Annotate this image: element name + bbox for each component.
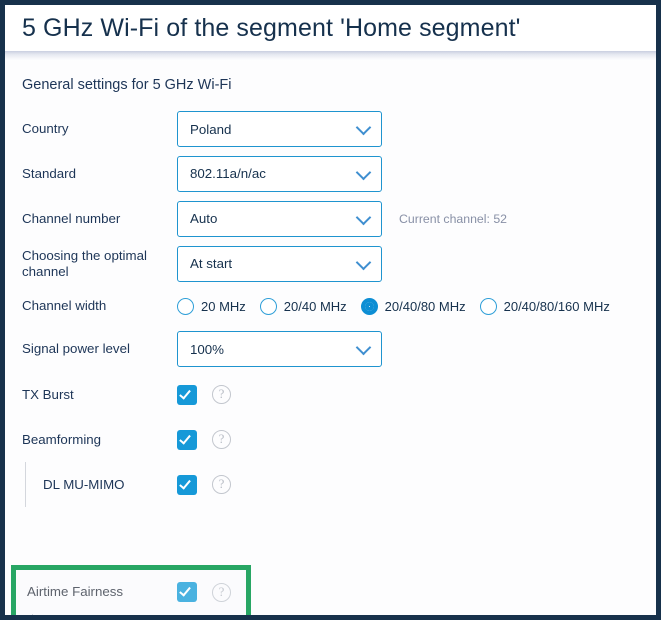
optimal-channel-select-value: At start — [190, 256, 233, 271]
section-title: General settings for 5 GHz Wi-Fi — [22, 77, 232, 93]
help-icon[interactable]: ? — [212, 385, 231, 404]
optimal-channel-select[interactable]: At start — [177, 245, 382, 282]
label-dl-mu-mimo: DL MU-MIMO — [43, 476, 125, 492]
label-optimal-channel: Choosing the optimal channel — [22, 247, 147, 279]
row-beamforming: Beamforming ? — [5, 417, 656, 462]
control-standard: 802.11a/n/ac — [177, 155, 656, 192]
page-title: 5 GHz Wi-Fi of the segment 'Home segment… — [22, 13, 521, 42]
radio-icon-selected — [360, 297, 378, 315]
row-optimal-channel: Choosing the optimal channel At start — [5, 241, 656, 286]
label-channel-number: Channel number — [22, 210, 121, 226]
chevron-down-icon — [355, 119, 372, 136]
label-standard: Standard — [22, 165, 76, 181]
page-header: 5 GHz Wi-Fi of the segment 'Home segment… — [5, 5, 656, 51]
row-channel-width: Channel width 20 MHz 20/40 MHz 20/40/80 … — [5, 286, 656, 326]
control-signal-power: 100% — [177, 331, 656, 367]
header-divider — [5, 51, 656, 61]
radio-icon — [259, 297, 277, 315]
radio-option-20mhz[interactable]: 20 MHz — [177, 297, 246, 315]
control-airtime-fairness: ? — [177, 582, 246, 602]
standard-select[interactable]: 802.11a/n/ac — [177, 155, 382, 192]
radio-option-20-40mhz[interactable]: 20/40 MHz — [259, 297, 347, 315]
control-beamforming: ? — [177, 429, 656, 450]
chevron-down-icon — [355, 164, 372, 180]
control-tx-burst: ? — [177, 384, 656, 405]
row-country: Country Poland — [5, 107, 656, 151]
radio-label: 20/40/80/160 MHz — [503, 298, 610, 314]
current-channel-hint: Current channel: 52 — [399, 211, 508, 226]
country-select[interactable]: Poland — [177, 111, 382, 147]
signal-power-select[interactable]: 100% — [177, 331, 382, 367]
row-standard: Standard 802.11a/n/ac — [5, 151, 656, 196]
chevron-down-icon — [355, 339, 372, 356]
label-beamforming: Beamforming — [22, 431, 102, 447]
radio-label: 20 MHz — [201, 298, 246, 314]
row-airtime-fairness: Airtime Fairness ? — [16, 570, 246, 614]
settings-form: Country Poland Standard 802.11a/n/ac Cha… — [5, 93, 656, 507]
channel-number-select-value: Auto — [190, 211, 218, 226]
beamforming-checkbox[interactable] — [177, 429, 197, 450]
chevron-down-icon — [355, 209, 372, 225]
help-icon[interactable]: ? — [212, 582, 231, 602]
highlight-annotation-box: Airtime Fairness ? Inbound ? — [11, 565, 251, 615]
standard-select-value: 802.11a/n/ac — [190, 166, 266, 181]
help-icon[interactable]: ? — [212, 475, 231, 494]
control-country: Poland — [177, 111, 656, 147]
label-tx-burst: TX Burst — [22, 386, 74, 402]
row-inbound: Inbound ? — [16, 614, 246, 615]
radio-label: 20/40/80 MHz — [384, 298, 466, 314]
channel-width-radio-group: 20 MHz 20/40 MHz 20/40/80 MHz 20/40/80/1… — [177, 297, 656, 315]
tx-burst-checkbox[interactable] — [177, 384, 197, 405]
radio-option-20-40-80mhz[interactable]: 20/40/80 MHz — [360, 297, 466, 315]
help-icon[interactable]: ? — [212, 430, 231, 449]
control-channel-number: Auto Current channel: 52 — [177, 200, 656, 237]
row-channel-number: Channel number Auto Current channel: 52 — [5, 196, 656, 241]
chevron-down-icon — [355, 254, 372, 270]
country-select-value: Poland — [190, 121, 232, 137]
dl-mu-mimo-checkbox[interactable] — [177, 474, 197, 495]
radio-option-20-40-80-160mhz[interactable]: 20/40/80/160 MHz — [479, 297, 610, 315]
airtime-fairness-checkbox[interactable] — [177, 582, 197, 602]
channel-number-select[interactable]: Auto — [177, 200, 382, 237]
label-signal-power: Signal power level — [22, 341, 130, 356]
radio-icon — [479, 297, 497, 315]
label-airtime-fairness: Airtime Fairness — [27, 584, 124, 599]
label-channel-width: Channel width — [22, 298, 107, 313]
settings-content: General settings for 5 GHz Wi-Fi Country… — [5, 61, 656, 615]
control-optimal-channel: At start — [177, 245, 656, 282]
control-dl-mu-mimo: ? — [177, 474, 656, 495]
settings-window: 5 GHz Wi-Fi of the segment 'Home segment… — [0, 0, 661, 620]
row-signal-power: Signal power level 100% — [5, 326, 656, 372]
radio-icon — [177, 297, 194, 315]
row-tx-burst: TX Burst ? — [5, 372, 656, 417]
radio-label: 20/40 MHz — [283, 298, 347, 314]
signal-power-select-value: 100% — [190, 341, 225, 357]
row-dl-mu-mimo: DL MU-MIMO ? — [5, 462, 656, 507]
label-country: Country — [22, 121, 69, 136]
